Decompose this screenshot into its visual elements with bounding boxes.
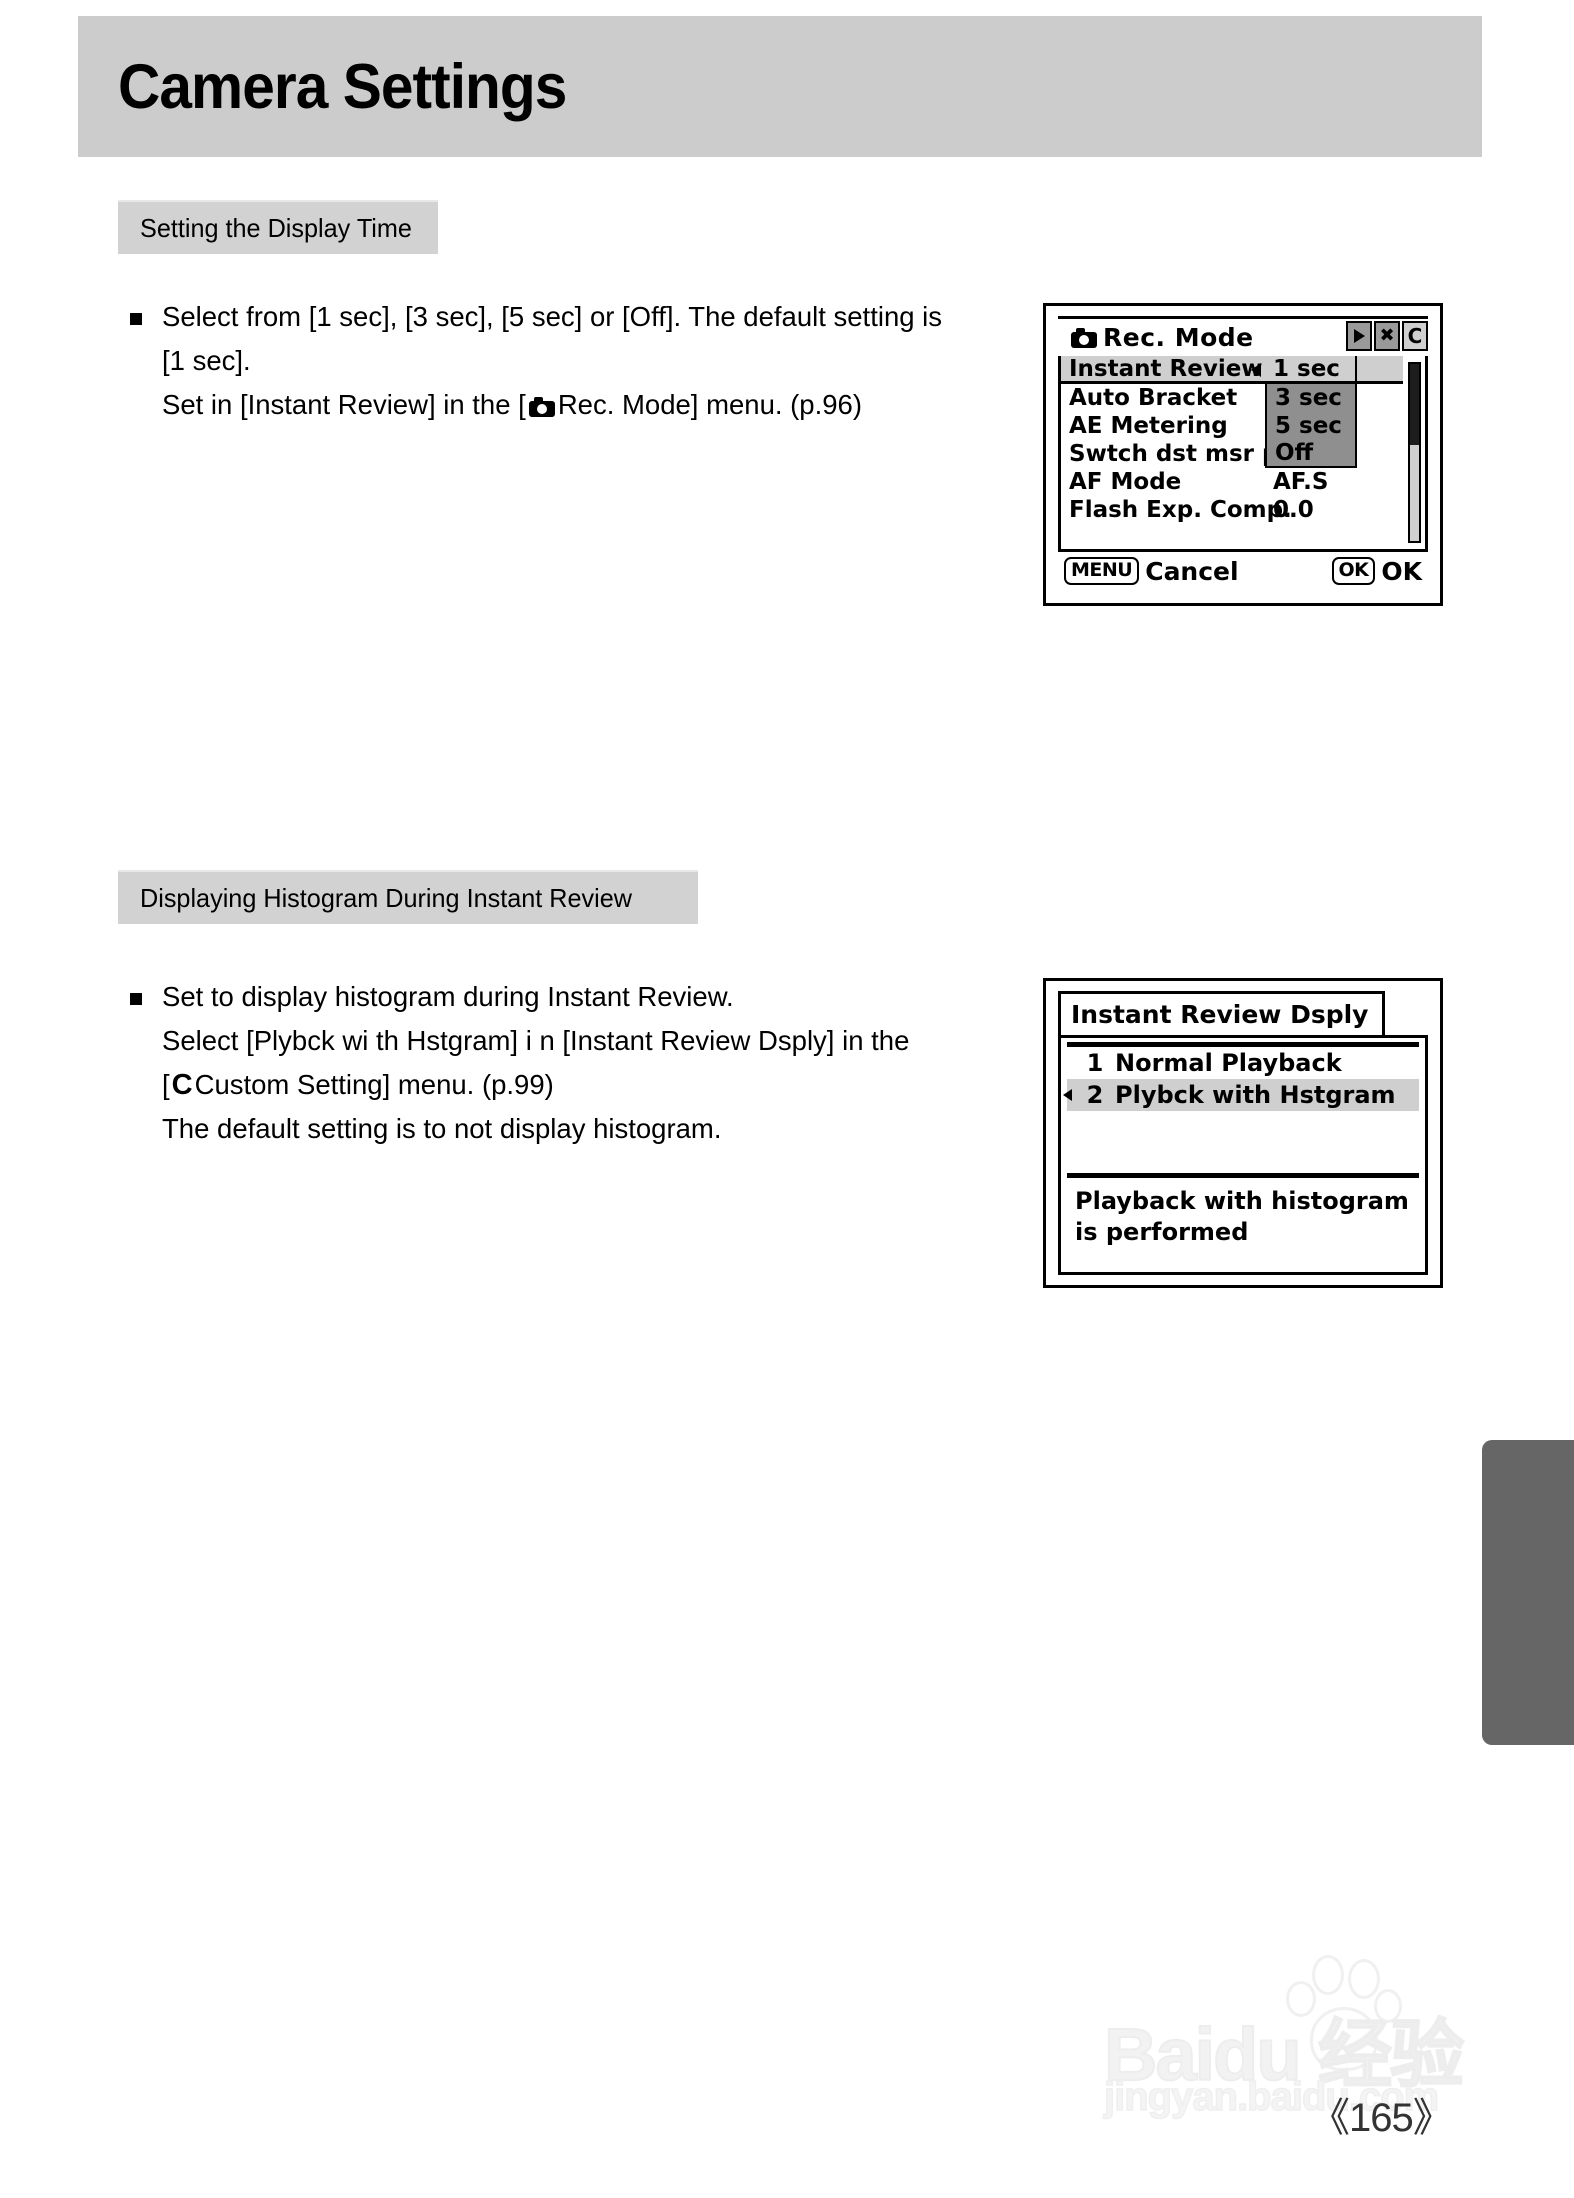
ok-key-cap: OK xyxy=(1331,557,1376,585)
scrollbar-thumb[interactable] xyxy=(1410,364,1419,446)
body-line-with-icon: [CCustom Setting] menu. (p.99) xyxy=(162,1063,1022,1107)
selection-caret-icon xyxy=(1251,363,1261,377)
page-number: 《165》 xyxy=(1310,2096,1453,2140)
body-text-before-icon: [ xyxy=(162,1069,170,1100)
body-line: Select from [1 sec], [3 sec], [5 sec] or… xyxy=(162,301,943,332)
option-number: 2 xyxy=(1086,1081,1104,1109)
dropdown-option-1sec[interactable]: 1 sec xyxy=(1265,356,1357,384)
paw-print-icon xyxy=(1274,1955,1402,2075)
menu-key-cap: MENU xyxy=(1064,557,1140,585)
body-line: Set to display histogram during Instant … xyxy=(162,981,734,1012)
camera-icon xyxy=(528,397,555,417)
menu-row-af-mode[interactable]: AF Mode AF.S xyxy=(1061,468,1403,496)
lcd-title: Rec. Mode xyxy=(1103,323,1254,352)
description-line: Playback with histogram xyxy=(1075,1187,1409,1215)
custom-c-icon: C xyxy=(171,1069,193,1101)
bullet-square-icon xyxy=(130,993,142,1005)
body-text-after-icon: Custom Setting] menu. (p.99) xyxy=(194,1069,554,1100)
page-title-band: Camera Settings xyxy=(78,16,1482,157)
section-body-histogram: Set to display histogram during Instant … xyxy=(122,975,1022,1151)
menu-row-value: 0.0 xyxy=(1273,497,1314,523)
camera-icon xyxy=(1071,327,1097,348)
section-header-display-time: Setting the Display Time xyxy=(118,200,438,254)
lcd2-tab-header: Instant Review Dsply xyxy=(1058,991,1386,1035)
section-header-histogram: Displaying Histogram During Instant Revi… xyxy=(118,870,698,924)
custom-tab[interactable]: C xyxy=(1402,321,1428,351)
ok-label: OK xyxy=(1381,556,1422,586)
menu-row-flash-exp-comp[interactable]: Flash Exp. Comp. 0.0 xyxy=(1061,496,1403,524)
dropdown-option-3sec[interactable]: 3 sec xyxy=(1265,384,1357,412)
body-line-with-icon: Set in [Instant Review] in the [ Rec. Mod… xyxy=(162,383,1022,427)
body-line: Select [Plybck wi th Hstgram] i n [Insta… xyxy=(162,1025,910,1056)
description-line: is performed xyxy=(1075,1218,1249,1246)
page-title: Camera Settings xyxy=(118,51,567,122)
cancel-action[interactable]: MENU Cancel xyxy=(1064,557,1239,586)
option-label: Normal Playback xyxy=(1115,1049,1342,1077)
bullet-square-icon xyxy=(130,313,142,325)
option-plybck-with-hstgram[interactable]: 2 Plybck with Hstgram xyxy=(1063,1079,1419,1111)
lcd-screenshot-instant-review-dsply: Instant Review Dsply 1 Normal Playback 2… xyxy=(1043,978,1443,1288)
section-header-label: Displaying Histogram During Instant Revi… xyxy=(140,882,632,913)
setup-tab[interactable]: ✖ xyxy=(1374,321,1400,351)
playback-tab[interactable] xyxy=(1346,321,1372,351)
lcd-screenshot-rec-mode: Rec. Mode ✖ C Instant Review Auto Bracke… xyxy=(1043,303,1443,606)
menu-scrollbar[interactable] xyxy=(1408,362,1421,543)
menu-row-label: Flash Exp. Comp. xyxy=(1069,497,1292,523)
cancel-label: Cancel xyxy=(1145,556,1239,586)
option-label: Plybck with Hstgram xyxy=(1115,1081,1396,1109)
custom-tab-label: C xyxy=(1407,324,1423,348)
option-normal-playback[interactable]: 1 Normal Playback xyxy=(1067,1047,1419,1079)
lcd-footer-bar: MENU Cancel OK OK xyxy=(1058,549,1428,593)
menu-row-label: AE Metering xyxy=(1069,413,1228,439)
menu-row-label: AF Mode xyxy=(1069,469,1182,495)
selection-caret-icon xyxy=(1063,1089,1072,1101)
lcd-title-group: Rec. Mode xyxy=(1058,323,1254,352)
menu-row-value: AF.S xyxy=(1273,469,1329,495)
lcd-menu-list: Instant Review Auto Bracket AE Metering … xyxy=(1058,356,1428,552)
body-line: The default setting is to not display hi… xyxy=(162,1113,722,1144)
instant-review-dropdown[interactable]: 1 sec 3 sec 5 sec Off xyxy=(1265,356,1357,468)
option-number: 1 xyxy=(1086,1049,1104,1077)
menu-row-label: Swtch dst msr pt xyxy=(1069,441,1290,467)
play-triangle-icon xyxy=(1353,329,1365,343)
dropdown-option-off[interactable]: Off xyxy=(1265,440,1357,468)
body-text-after-icon: Rec. Mode] menu. (p.96) xyxy=(557,389,862,420)
menu-row-label: Instant Review xyxy=(1069,355,1263,382)
body-text-before-icon: Set in [Instant Review] in the [ xyxy=(162,389,526,420)
wrench-icon: ✖ xyxy=(1379,325,1395,346)
section-header-label: Setting the Display Time xyxy=(140,212,412,243)
option-description: Playback with histogram is performed xyxy=(1067,1178,1419,1248)
section-body-display-time: Select from [1 sec], [3 sec], [5 sec] or… xyxy=(122,295,1022,427)
body-line: [1 sec]. xyxy=(162,345,251,376)
dropdown-option-5sec[interactable]: 5 sec xyxy=(1265,412,1357,440)
ok-action[interactable]: OK OK xyxy=(1331,556,1422,586)
chapter-edge-tab xyxy=(1482,1440,1574,1745)
lcd-titlebar: Rec. Mode ✖ C xyxy=(1058,316,1428,356)
menu-row-label: Auto Bracket xyxy=(1069,385,1238,411)
lcd-tab-strip: ✖ C xyxy=(1346,321,1428,351)
lcd2-body: 1 Normal Playback 2 Plybck with Hstgram … xyxy=(1058,1035,1428,1275)
lcd2-title: Instant Review Dsply xyxy=(1071,1000,1369,1029)
